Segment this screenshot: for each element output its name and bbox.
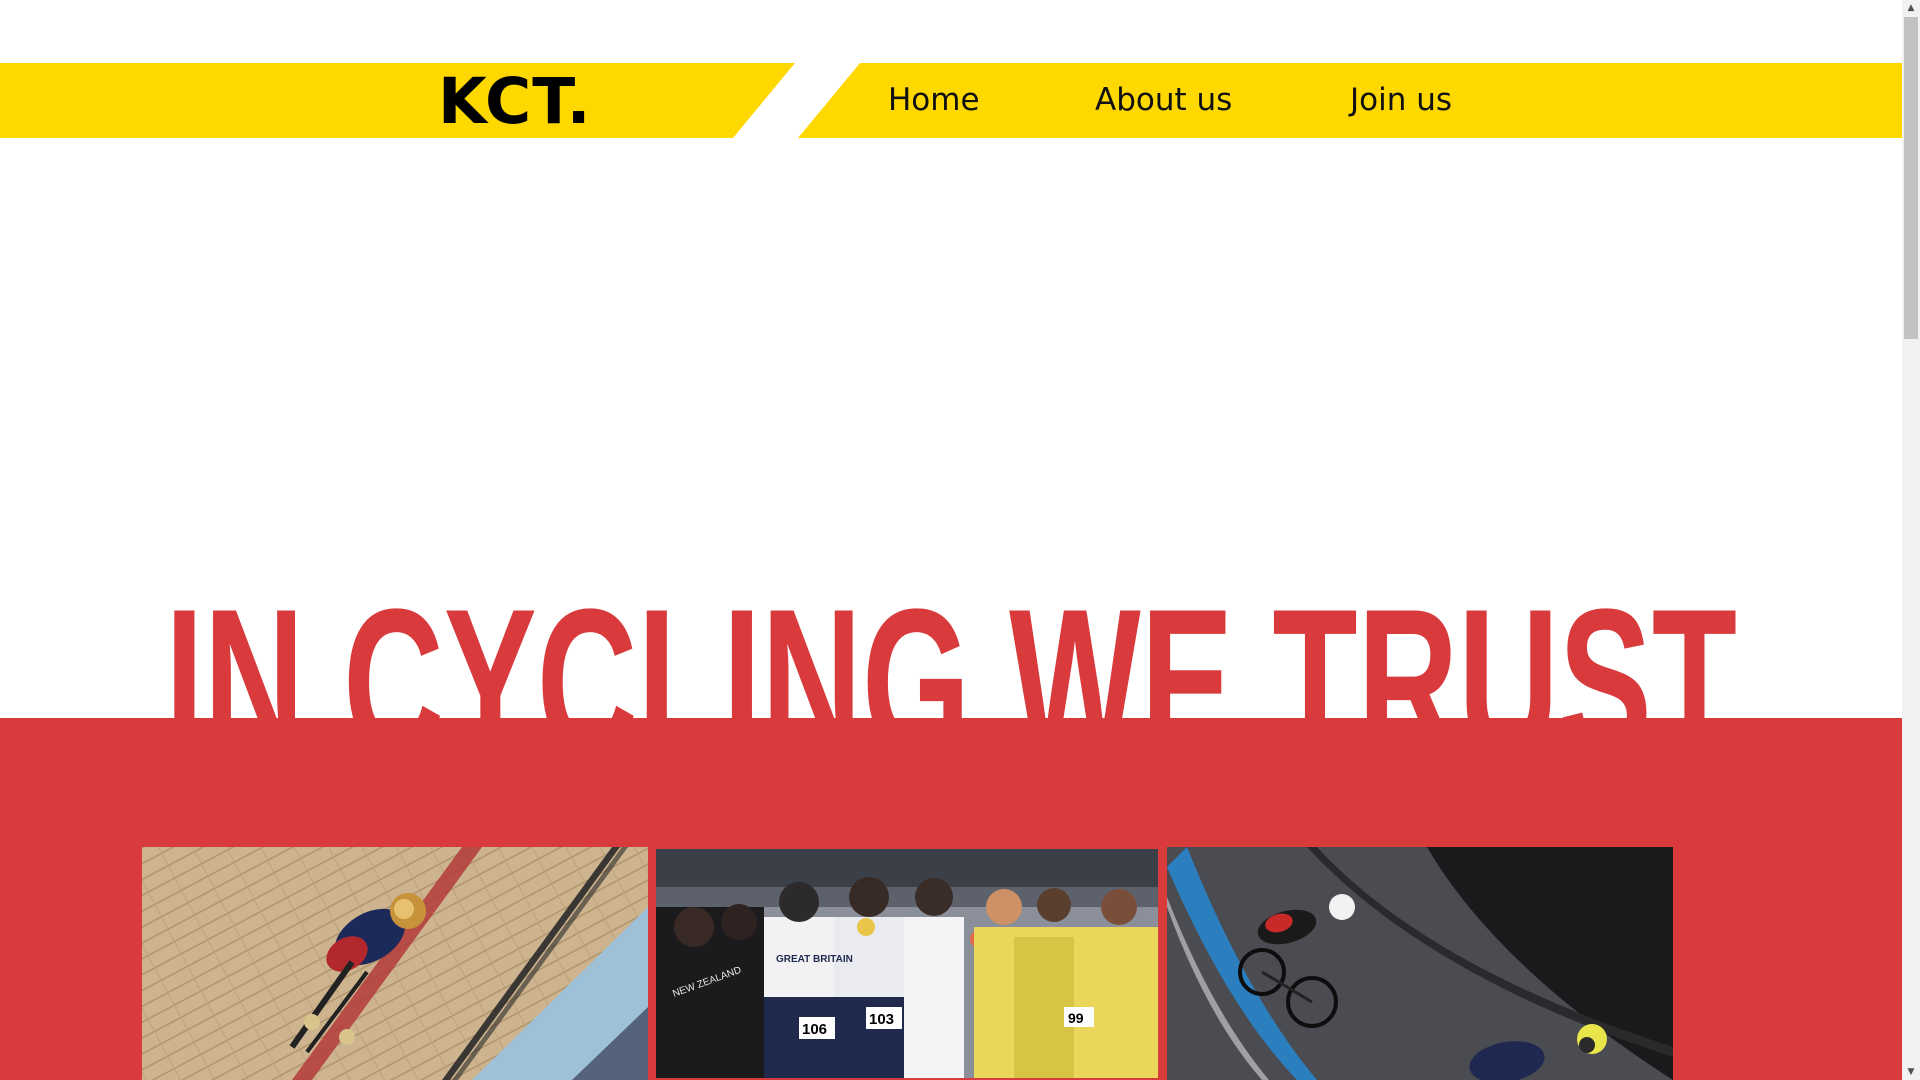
- header-band-left: [0, 63, 795, 138]
- scroll-down-arrow-icon[interactable]: ▼: [1902, 1064, 1920, 1080]
- scroll-up-arrow-icon[interactable]: ▲: [1902, 0, 1920, 16]
- jersey-text-gb: GREAT BRITAIN: [776, 954, 853, 965]
- hero-title-text: IN CYCLING WE TRUST: [165, 565, 1737, 718]
- site-logo[interactable]: KCT.: [438, 64, 592, 139]
- track-cyclist-photo[interactable]: [142, 847, 648, 1080]
- bib-number-1: 106: [802, 1021, 827, 1038]
- page: KCT. Home About us Join us IN CYCLING WE…: [0, 0, 1920, 1080]
- vertical-scrollbar[interactable]: ▲ ▼: [1902, 0, 1920, 1080]
- hero-title: IN CYCLING WE TRUST: [0, 555, 1902, 718]
- nav-link-home[interactable]: Home: [888, 63, 980, 138]
- bib-number-3: 99: [1068, 1010, 1084, 1026]
- nav-link-about[interactable]: About us: [1095, 63, 1232, 138]
- bib-number-2: 103: [869, 1011, 894, 1028]
- nav-link-join[interactable]: Join us: [1350, 63, 1452, 138]
- scrollbar-thumb[interactable]: [1904, 17, 1918, 339]
- velodrome-race-photo[interactable]: [1167, 847, 1673, 1080]
- team-celebration-photo[interactable]: NEW ZEALAND GREAT BRITAIN 106 103 99: [654, 847, 1160, 1080]
